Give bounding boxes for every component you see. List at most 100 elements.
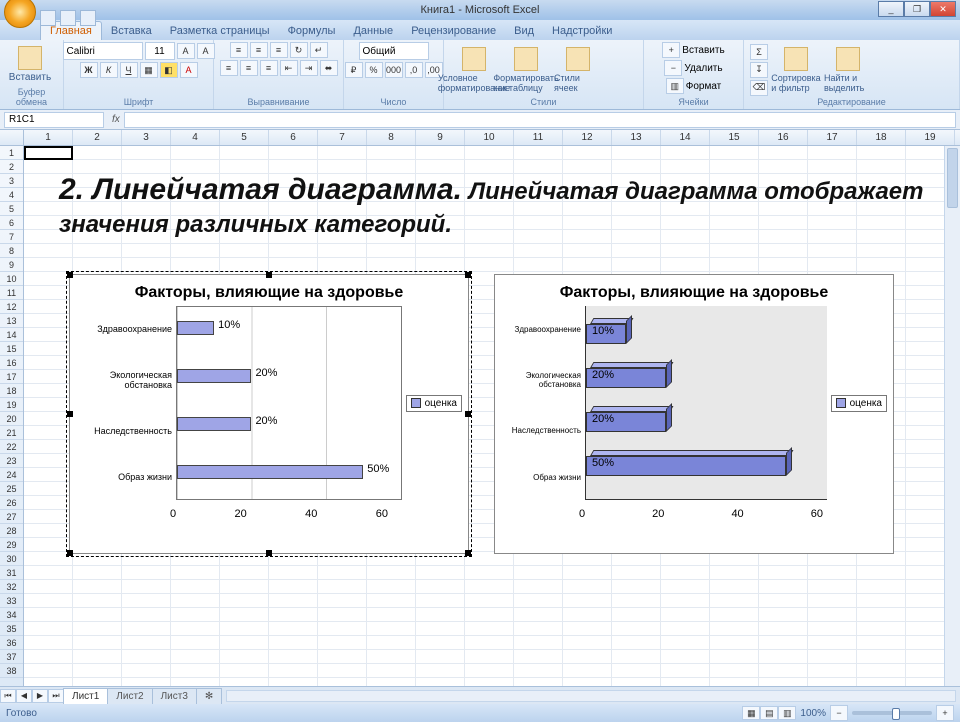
col-header[interactable]: 3	[122, 130, 171, 145]
wrap-text-icon[interactable]: ↵	[310, 42, 328, 58]
sheet-nav-next-icon[interactable]: ▶	[32, 689, 48, 703]
col-header[interactable]: 7	[318, 130, 367, 145]
row-header[interactable]: 18	[0, 384, 23, 398]
row-header[interactable]: 14	[0, 328, 23, 342]
selection-handle[interactable]	[67, 411, 73, 417]
qat-save-icon[interactable]	[40, 10, 56, 26]
row-header[interactable]: 11	[0, 286, 23, 300]
format-cells-icon[interactable]: ▥	[666, 78, 684, 94]
row-header[interactable]: 8	[0, 244, 23, 258]
row-header[interactable]: 6	[0, 216, 23, 230]
percent-icon[interactable]: %	[365, 62, 383, 78]
qat-undo-icon[interactable]	[60, 10, 76, 26]
row-header[interactable]: 36	[0, 636, 23, 650]
fill-color-icon[interactable]: ◧	[160, 62, 178, 78]
selection-handle[interactable]	[465, 272, 471, 278]
align-middle-icon[interactable]: ≡	[250, 42, 268, 58]
selection-handle[interactable]	[266, 550, 272, 556]
zoom-out-button[interactable]: −	[830, 705, 848, 721]
clear-icon[interactable]: ⌫	[750, 80, 768, 96]
col-header[interactable]: 9	[416, 130, 465, 145]
row-header[interactable]: 15	[0, 342, 23, 356]
col-header[interactable]: 10	[465, 130, 514, 145]
row-header[interactable]: 12	[0, 300, 23, 314]
align-top-icon[interactable]: ≡	[230, 42, 248, 58]
row-header[interactable]: 38	[0, 664, 23, 678]
selection-handle[interactable]	[465, 550, 471, 556]
minimize-button[interactable]: _	[878, 1, 904, 17]
row-header[interactable]: 24	[0, 468, 23, 482]
col-header[interactable]: 15	[710, 130, 759, 145]
autosum-icon[interactable]: Σ	[750, 44, 768, 60]
tab-insert[interactable]: Вставка	[102, 22, 161, 40]
row-header[interactable]: 28	[0, 524, 23, 538]
row-header[interactable]: 7	[0, 230, 23, 244]
selection-handle[interactable]	[67, 550, 73, 556]
horizontal-scrollbar[interactable]	[226, 690, 956, 702]
tab-data[interactable]: Данные	[344, 22, 402, 40]
col-header[interactable]: 5	[220, 130, 269, 145]
row-header[interactable]: 35	[0, 622, 23, 636]
tab-review[interactable]: Рецензирование	[402, 22, 505, 40]
office-button[interactable]	[4, 0, 36, 28]
col-header[interactable]: 4	[171, 130, 220, 145]
sheet-nav-first-icon[interactable]: ⏮	[0, 689, 16, 703]
sheet-tab-3[interactable]: Лист3	[152, 688, 197, 704]
view-layout-icon[interactable]: ▤	[760, 706, 778, 720]
tab-addins[interactable]: Надстройки	[543, 22, 621, 40]
row-header[interactable]: 34	[0, 608, 23, 622]
row-header[interactable]: 23	[0, 454, 23, 468]
inc-decimal-icon[interactable]: ,0	[405, 62, 423, 78]
selection-handle[interactable]	[465, 411, 471, 417]
number-format-combo[interactable]	[359, 42, 429, 60]
col-header[interactable]: 14	[661, 130, 710, 145]
insert-cells-icon[interactable]: +	[662, 42, 680, 58]
close-button[interactable]: ✕	[930, 1, 956, 17]
comma-icon[interactable]: 000	[385, 62, 403, 78]
vertical-scrollbar[interactable]	[944, 146, 960, 686]
row-header[interactable]: 19	[0, 398, 23, 412]
row-header[interactable]: 27	[0, 510, 23, 524]
col-header[interactable]: 16	[759, 130, 808, 145]
zoom-in-button[interactable]: +	[936, 705, 954, 721]
fx-icon[interactable]: fx	[112, 114, 120, 125]
underline-button[interactable]: Ч	[120, 62, 138, 78]
maximize-button[interactable]: ❐	[904, 1, 930, 17]
format-cells-label[interactable]: Формат	[686, 81, 722, 92]
row-header[interactable]: 10	[0, 272, 23, 286]
col-header[interactable]: 17	[808, 130, 857, 145]
row-header[interactable]: 3	[0, 174, 23, 188]
sheet-tab-2[interactable]: Лист2	[107, 688, 152, 704]
row-header[interactable]: 25	[0, 482, 23, 496]
row-header[interactable]: 1	[0, 146, 23, 160]
view-break-icon[interactable]: ▥	[778, 706, 796, 720]
chart-2d[interactable]: Факторы, влияющие на здоровье Здравоохра…	[69, 274, 469, 554]
col-header[interactable]: 12	[563, 130, 612, 145]
row-header[interactable]: 37	[0, 650, 23, 664]
row-header[interactable]: 21	[0, 426, 23, 440]
orientation-icon[interactable]: ↻	[290, 42, 308, 58]
row-header[interactable]: 17	[0, 370, 23, 384]
indent-dec-icon[interactable]: ⇤	[280, 60, 298, 76]
border-icon[interactable]: ▦	[140, 62, 158, 78]
italic-button[interactable]: К	[100, 62, 118, 78]
row-header[interactable]: 20	[0, 412, 23, 426]
align-left-icon[interactable]: ≡	[220, 60, 238, 76]
scrollbar-thumb[interactable]	[947, 148, 958, 208]
font-size-combo[interactable]	[145, 42, 175, 60]
col-header[interactable]: 2	[73, 130, 122, 145]
bold-button[interactable]: Ж	[80, 62, 98, 78]
row-header[interactable]: 13	[0, 314, 23, 328]
row-header[interactable]: 22	[0, 440, 23, 454]
paste-button[interactable]: Вставить	[6, 46, 54, 83]
selection-handle[interactable]	[266, 272, 272, 278]
row-header[interactable]: 4	[0, 188, 23, 202]
zoom-slider[interactable]	[852, 711, 932, 715]
merge-icon[interactable]: ⬌	[320, 60, 338, 76]
col-header[interactable]: 1	[24, 130, 73, 145]
select-all-corner[interactable]	[0, 130, 24, 145]
sheet-nav-prev-icon[interactable]: ◀	[16, 689, 32, 703]
selection-handle[interactable]	[67, 272, 73, 278]
row-header[interactable]: 30	[0, 552, 23, 566]
sheet-tab-1[interactable]: Лист1	[63, 688, 108, 704]
